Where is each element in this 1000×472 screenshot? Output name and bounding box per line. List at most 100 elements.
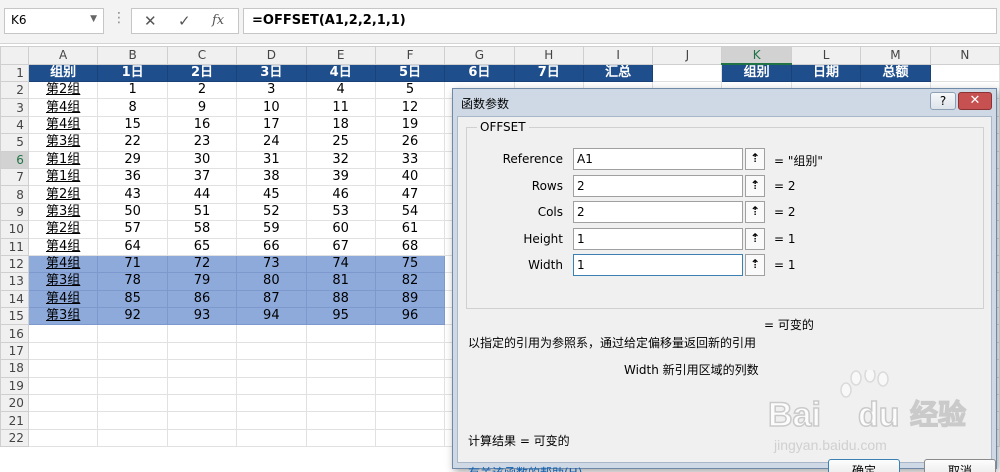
row-header[interactable]: 10 <box>0 220 29 239</box>
cell-a12[interactable]: 第4组 <box>27 254 99 274</box>
cell-b3[interactable]: 8 <box>97 98 168 117</box>
cell-a1[interactable]: 组别 <box>27 63 99 82</box>
cell-b11[interactable]: 64 <box>97 237 168 256</box>
cell-e12[interactable]: 74 <box>305 254 376 274</box>
cell-e5[interactable]: 25 <box>305 133 376 152</box>
cell-a5[interactable]: 第3组 <box>27 133 99 152</box>
more-options-icon[interactable]: ⋮ <box>112 10 126 26</box>
row-header[interactable]: 6 <box>0 150 29 169</box>
cell-f22[interactable] <box>374 428 446 448</box>
cell-d11[interactable]: 66 <box>236 237 307 256</box>
cell-d17[interactable] <box>236 341 307 361</box>
cell-e1[interactable]: 4日 <box>305 63 376 82</box>
row-header[interactable]: 2 <box>0 80 29 100</box>
cell-a8[interactable]: 第2组 <box>27 185 99 204</box>
cell-e2[interactable]: 4 <box>305 80 376 100</box>
collapse-dialog-icon[interactable]: ⇡ <box>745 148 765 170</box>
cell-e14[interactable]: 88 <box>305 289 376 309</box>
row-header[interactable]: 13 <box>0 272 29 291</box>
column-header-f[interactable]: F <box>374 46 446 65</box>
arg-input-height[interactable]: 1 <box>573 227 743 250</box>
cell-e9[interactable]: 53 <box>305 202 376 222</box>
column-header-e[interactable]: E <box>305 46 376 65</box>
cell-f6[interactable]: 33 <box>374 150 446 169</box>
column-header-g[interactable]: G <box>444 46 515 65</box>
cell-a3[interactable]: 第4组 <box>27 98 99 117</box>
cell-d2[interactable]: 3 <box>236 80 307 100</box>
cell-d20[interactable] <box>236 394 307 413</box>
cell-b20[interactable] <box>97 394 168 413</box>
cell-e20[interactable] <box>305 394 376 413</box>
cell-f13[interactable]: 82 <box>374 272 446 291</box>
cell-a7[interactable]: 第1组 <box>27 167 99 187</box>
cell-c14[interactable]: 86 <box>166 289 238 309</box>
close-button[interactable]: ✕ <box>958 92 992 110</box>
row-header[interactable]: 7 <box>0 167 29 187</box>
cell-b21[interactable] <box>97 411 168 430</box>
cell-d9[interactable]: 52 <box>236 202 307 222</box>
cell-d1[interactable]: 3日 <box>236 63 307 82</box>
cell-c6[interactable]: 30 <box>166 150 238 169</box>
cell-d18[interactable] <box>236 359 307 378</box>
cell-f9[interactable]: 54 <box>374 202 446 222</box>
ok-button[interactable]: 确定 <box>828 459 900 472</box>
column-header-d[interactable]: D <box>236 46 307 65</box>
cell-a16[interactable] <box>27 324 99 343</box>
select-all-corner[interactable] <box>0 46 29 65</box>
cell-i1[interactable]: 汇总 <box>582 63 654 82</box>
cell-b19[interactable] <box>97 376 168 396</box>
cell-c9[interactable]: 51 <box>166 202 238 222</box>
cell-l1[interactable]: 日期 <box>790 63 862 82</box>
row-header[interactable]: 22 <box>0 428 29 448</box>
cell-f17[interactable] <box>374 341 446 361</box>
cell-b22[interactable] <box>97 428 168 448</box>
row-header[interactable]: 12 <box>0 254 29 274</box>
cell-b14[interactable]: 85 <box>97 289 168 309</box>
cell-c20[interactable] <box>166 394 238 413</box>
cell-b10[interactable]: 57 <box>97 220 168 239</box>
cell-e22[interactable] <box>305 428 376 448</box>
row-header[interactable]: 8 <box>0 185 29 204</box>
cell-f8[interactable]: 47 <box>374 185 446 204</box>
cell-f11[interactable]: 68 <box>374 237 446 256</box>
cell-d5[interactable]: 24 <box>236 133 307 152</box>
help-button[interactable]: ? <box>930 92 956 110</box>
column-header-a[interactable]: A <box>27 46 99 65</box>
cell-b12[interactable]: 71 <box>97 254 168 274</box>
cell-f12[interactable]: 75 <box>374 254 446 274</box>
cell-c2[interactable]: 2 <box>166 80 238 100</box>
cell-a22[interactable] <box>27 428 99 448</box>
column-header-l[interactable]: L <box>790 46 862 65</box>
arg-input-reference[interactable]: A1 <box>573 148 743 170</box>
cell-d15[interactable]: 94 <box>236 307 307 326</box>
cell-b17[interactable] <box>97 341 168 361</box>
cell-a15[interactable]: 第3组 <box>27 307 99 326</box>
cell-a9[interactable]: 第3组 <box>27 202 99 222</box>
cell-m1[interactable]: 总额 <box>860 63 931 82</box>
cell-b2[interactable]: 1 <box>97 80 168 100</box>
cell-a17[interactable] <box>27 341 99 361</box>
row-header[interactable]: 5 <box>0 133 29 152</box>
cell-j1[interactable] <box>652 63 723 82</box>
cell-c22[interactable] <box>166 428 238 448</box>
cell-d8[interactable]: 45 <box>236 185 307 204</box>
cell-c13[interactable]: 79 <box>166 272 238 291</box>
column-header-m[interactable]: M <box>860 46 931 65</box>
cell-d21[interactable] <box>236 411 307 430</box>
chevron-down-icon[interactable]: ▼ <box>90 14 97 24</box>
cell-e7[interactable]: 39 <box>305 167 376 187</box>
cell-e16[interactable] <box>305 324 376 343</box>
cell-d12[interactable]: 73 <box>236 254 307 274</box>
row-header[interactable]: 14 <box>0 289 29 309</box>
cell-c17[interactable] <box>166 341 238 361</box>
row-header[interactable]: 18 <box>0 359 29 378</box>
cell-f3[interactable]: 12 <box>374 98 446 117</box>
arg-input-cols[interactable]: 2 <box>573 201 743 223</box>
cell-e13[interactable]: 81 <box>305 272 376 291</box>
cell-g1[interactable]: 6日 <box>444 63 515 82</box>
cell-a20[interactable] <box>27 394 99 413</box>
cell-k1[interactable]: 组别 <box>721 63 792 82</box>
cell-a13[interactable]: 第3组 <box>27 272 99 291</box>
cell-f21[interactable] <box>374 411 446 430</box>
row-header[interactable]: 1 <box>0 63 29 82</box>
